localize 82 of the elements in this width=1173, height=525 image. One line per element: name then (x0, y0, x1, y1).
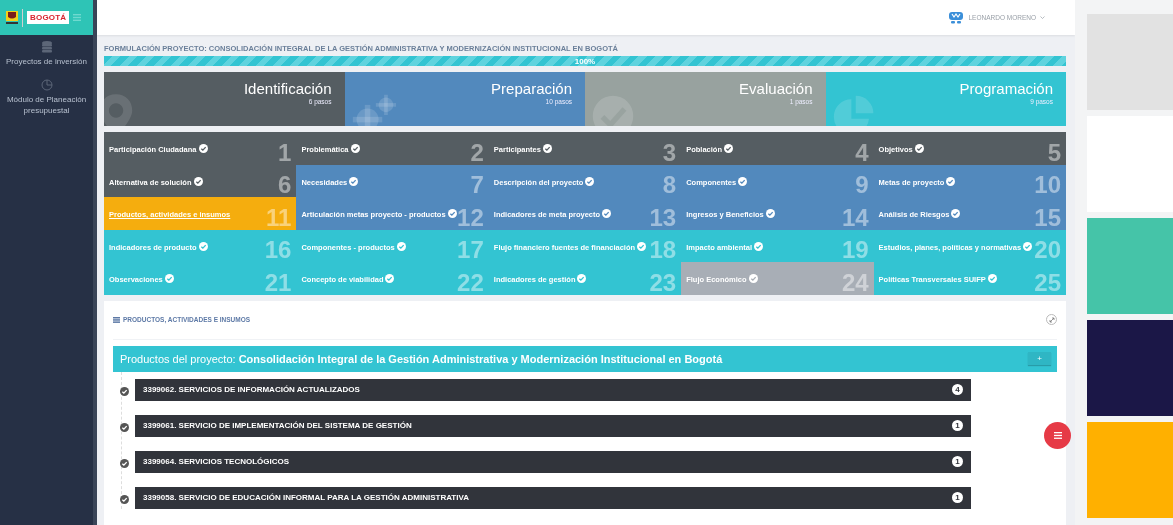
check-icon (724, 144, 734, 153)
expand-icon (1048, 316, 1055, 323)
check-icon (951, 209, 961, 219)
step-number: 2 (470, 140, 484, 165)
menu-icon (1053, 431, 1062, 439)
color-swatch[interactable] (1087, 218, 1173, 314)
check-icon (120, 494, 129, 504)
step-number: 4 (855, 140, 869, 165)
products-heading: Productos del proyecto: Consolidación Integral de la Gestión Administrativa y Modernización Institucional en Bogotá (120, 352, 723, 365)
add-button[interactable]: + (1028, 352, 1051, 366)
check-icon (602, 209, 612, 219)
step-number: 12 (457, 205, 484, 230)
step-number: 19 (841, 238, 869, 263)
check-icon (350, 144, 360, 153)
product-row[interactable]: 3399062. SERVICIOS DE INFORMACIÓN ACTUALIZADOS 4 (135, 378, 971, 401)
check-icon (1023, 241, 1033, 251)
stage-name: Preparación (491, 81, 572, 98)
product-row[interactable]: 3399061. SERVICIO DE IMPLEMENTACIÓN DEL SISTEMA DE GESTIÓN 1 (135, 414, 971, 437)
list-icon (113, 316, 120, 323)
step-number: 8 (662, 173, 677, 198)
step-number: 20 (1034, 238, 1061, 263)
check-icon (198, 144, 208, 153)
stage-name: Programación (959, 81, 1053, 98)
step-number: 23 (649, 270, 677, 295)
check-icon (748, 274, 758, 284)
sidebar-item[interactable]: Proyectos de inversión (0, 35, 93, 74)
step-number: 17 (457, 238, 484, 263)
check-icon (164, 274, 174, 284)
step-number: 1 (278, 140, 292, 165)
check-icon (385, 274, 395, 284)
step-number: 22 (457, 270, 484, 295)
shield-logo-icon (6, 10, 18, 25)
step-number: 25 (1034, 270, 1061, 295)
pie-chart-icon (831, 94, 876, 126)
check-icon (349, 176, 359, 186)
product-row[interactable]: 3399064. SERVICIOS TECNOLÓGICOS 1 (135, 450, 971, 473)
menu-icon[interactable] (73, 14, 82, 21)
step-number: 3 (662, 140, 677, 165)
expand-button[interactable] (1046, 314, 1057, 326)
check-icon (198, 241, 208, 251)
step-number: 6 (278, 173, 292, 198)
check-icon (754, 241, 764, 251)
step-number: 9 (855, 173, 869, 198)
city-logo: BOGOTÁ (27, 11, 70, 24)
step-number: 10 (1034, 173, 1061, 198)
check-icon (542, 144, 552, 153)
step-number: 14 (841, 205, 869, 230)
step-number: 18 (649, 238, 677, 263)
check-icon (946, 176, 956, 186)
check-icon (637, 241, 647, 251)
stage-name: Identificación (243, 81, 332, 98)
step-number: 7 (470, 173, 484, 198)
check-icon (396, 241, 406, 251)
product-row[interactable]: 3399058. SERVICIO DE EDUCACIÓN INFORMAL PARA LA GESTIÓN ADMINISTRATIVA 1 (135, 486, 971, 509)
gears-icon (350, 92, 397, 126)
avatar-icon (949, 11, 964, 24)
check-icon (738, 176, 748, 186)
check-icon (120, 422, 129, 432)
step-number: 16 (264, 238, 292, 263)
check-icon (765, 209, 775, 219)
check-icon (577, 274, 587, 284)
pie-chart-icon (40, 79, 53, 92)
step-number: 21 (264, 270, 292, 295)
check-icon (120, 458, 129, 468)
menu-button[interactable] (1044, 421, 1071, 449)
step-number: 13 (649, 205, 677, 230)
step-number: 5 (1047, 140, 1061, 165)
progress-reading: 100% (574, 56, 596, 66)
check-icon (447, 209, 457, 219)
sidebar-item[interactable]: Módulo de Planeación presupuestal (0, 73, 93, 123)
database-icon (41, 41, 52, 53)
check-icon (585, 176, 595, 186)
stage-name: Evaluación (739, 81, 813, 98)
step-number: 15 (1034, 205, 1061, 230)
check-icon (914, 144, 924, 153)
color-swatch[interactable] (1087, 320, 1173, 416)
step-number: 11 (266, 205, 292, 230)
color-swatch[interactable] (1087, 422, 1173, 518)
check-icon (987, 274, 997, 284)
check-icon (120, 386, 129, 396)
check-icon (193, 176, 203, 186)
caret-icon (1040, 16, 1045, 19)
